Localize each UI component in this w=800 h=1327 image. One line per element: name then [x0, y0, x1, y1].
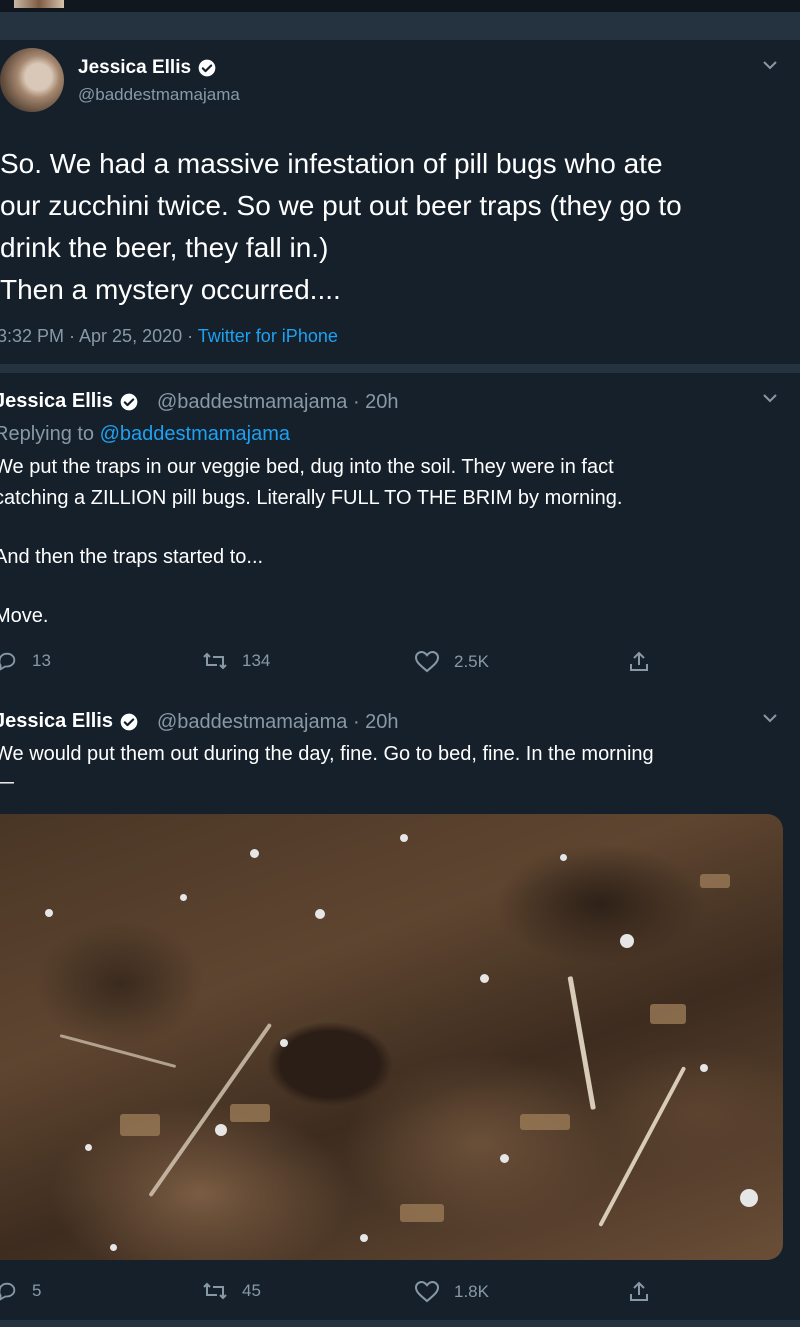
tweet-meta: 3:32 PM · Apr 25, 2020 · Twitter for iPh…: [0, 326, 338, 347]
like-button[interactable]: 1.8K: [414, 1280, 489, 1304]
photo-detail: [250, 849, 259, 858]
verified-badge-icon: [198, 59, 216, 77]
author-name[interactable]: Jessica Ellis: [0, 390, 113, 413]
tweet-text-line: And then the traps started to...: [0, 546, 264, 568]
photo-detail: [315, 909, 325, 919]
heart-icon: [414, 1280, 440, 1303]
section-divider: [0, 364, 800, 373]
photo-detail: [400, 834, 408, 842]
tweet-text-line: drink the beer, they fall in.): [0, 232, 329, 263]
reply-icon: [0, 652, 16, 671]
like-count: 2.5K: [454, 652, 489, 671]
share-icon: [630, 651, 648, 671]
tweet-text-line: So. We had a massive infestation of pill…: [0, 148, 663, 179]
replying-to: Replying to @baddestmamajama: [0, 423, 290, 446]
chevron-down-icon[interactable]: [762, 393, 778, 403]
photo-detail: [740, 1189, 758, 1207]
author-name-row[interactable]: Jessica Ellis: [0, 390, 139, 413]
heart-icon: [414, 650, 440, 673]
photo-detail: [650, 1004, 686, 1024]
tweet-photo[interactable]: [0, 814, 783, 1260]
chevron-down-icon[interactable]: [762, 60, 778, 70]
retweet-count: 45: [242, 1281, 261, 1300]
share-button[interactable]: [627, 1280, 665, 1304]
like-button[interactable]: 2.5K: [414, 650, 489, 674]
photo-detail: [560, 854, 567, 861]
photo-detail: [215, 1124, 227, 1136]
photo-detail: [360, 1234, 368, 1242]
photo-detail: [180, 894, 187, 901]
photo-detail: [45, 909, 53, 917]
author-handle-time[interactable]: @baddestmamajama · 20h: [157, 711, 399, 734]
section-divider: [0, 1320, 800, 1327]
reply-button[interactable]: 5: [0, 1280, 41, 1302]
photo-detail: [520, 1114, 570, 1130]
avatar[interactable]: [0, 48, 64, 112]
tweet-text-line: —: [0, 772, 14, 792]
photo-detail: [480, 974, 489, 983]
tweet-text-line: We would put them out during the day, fi…: [0, 743, 654, 765]
photo-detail: [598, 1066, 687, 1227]
retweet-button[interactable]: 134: [202, 650, 270, 672]
photo-detail: [567, 976, 596, 1110]
tweet-source[interactable]: Twitter for iPhone: [198, 326, 338, 346]
tweet-text-line: We put the traps in our veggie bed, dug …: [0, 456, 614, 478]
author-name-row[interactable]: Jessica Ellis: [78, 57, 217, 79]
tweet-text-line: catching a ZILLION pill bugs. Literally …: [0, 487, 623, 509]
photo-detail: [85, 1144, 92, 1151]
photo-detail: [620, 934, 634, 948]
photo-detail: [700, 874, 730, 888]
retweet-icon: [203, 652, 227, 670]
reply-count: 5: [32, 1281, 42, 1300]
retweet-icon: [203, 1282, 227, 1300]
reply-button[interactable]: 13: [0, 650, 51, 672]
share-button[interactable]: [627, 650, 665, 674]
top-strip: [0, 0, 800, 12]
author-handle-time[interactable]: @baddestmamajama · 20h: [157, 391, 399, 414]
reply-icon: [0, 1282, 16, 1301]
photo-detail: [700, 1064, 708, 1072]
photo-detail: [59, 1034, 177, 1069]
author-handle[interactable]: @baddestmamajama: [78, 85, 240, 105]
author-name-row[interactable]: Jessica Ellis: [0, 710, 139, 733]
like-count: 1.8K: [454, 1282, 489, 1301]
retweet-count: 134: [242, 651, 271, 670]
photo-detail: [230, 1104, 270, 1122]
previous-tweet-thumbnail: [14, 0, 64, 8]
photo-detail: [280, 1039, 288, 1047]
retweet-button[interactable]: 45: [202, 1280, 261, 1302]
chevron-down-icon[interactable]: [762, 713, 778, 723]
author-name[interactable]: Jessica Ellis: [78, 57, 191, 79]
photo-detail: [400, 1204, 444, 1222]
author-name[interactable]: Jessica Ellis: [0, 710, 113, 733]
verified-badge-icon: [120, 713, 138, 730]
replying-to-handle[interactable]: @baddestmamajama: [100, 423, 290, 445]
thread-divider-top: [0, 12, 800, 40]
photo-detail: [120, 1114, 160, 1136]
photo-detail: [500, 1154, 509, 1163]
photo-detail: [110, 1244, 117, 1251]
verified-badge-icon: [120, 393, 138, 410]
share-icon: [630, 1281, 648, 1301]
reply-count: 13: [32, 651, 51, 670]
tweet-text-line: Move.: [0, 605, 49, 627]
tweet-text-line: Then a mystery occurred....: [0, 274, 341, 305]
tweet-text-line: our zucchini twice. So we put out beer t…: [0, 190, 682, 221]
replying-to-label: Replying to: [0, 423, 100, 445]
tweet-timestamp[interactable]: 3:32 PM · Apr 25, 2020 ·: [0, 326, 198, 346]
